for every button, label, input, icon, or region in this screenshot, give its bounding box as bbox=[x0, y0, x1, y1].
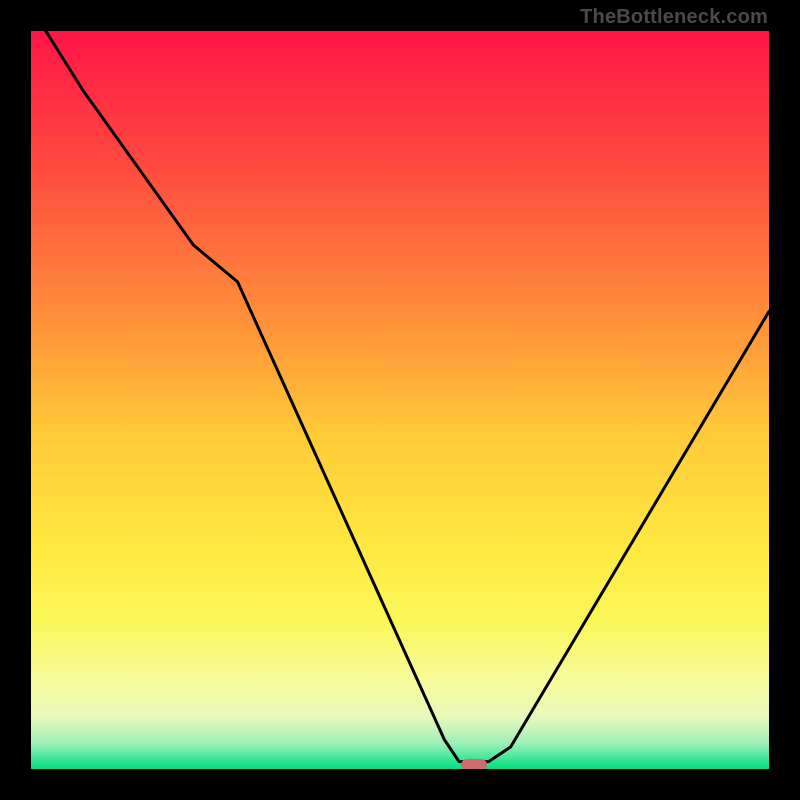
plot-area bbox=[31, 31, 769, 769]
optimal-marker bbox=[461, 759, 487, 769]
chart-container: TheBottleneck.com bbox=[0, 0, 800, 800]
bottleneck-curve bbox=[31, 31, 769, 769]
watermark-text: TheBottleneck.com bbox=[580, 6, 768, 29]
